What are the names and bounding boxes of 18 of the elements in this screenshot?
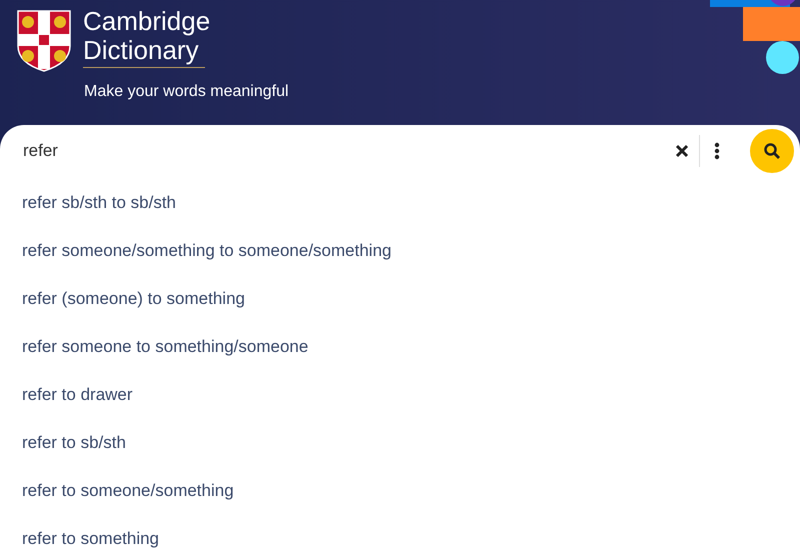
suggestion-item[interactable]: refer (someone) to something xyxy=(22,286,245,334)
suggestion-item[interactable]: refer to drawer xyxy=(22,382,133,430)
suggestion-item[interactable]: refer to someone/something xyxy=(22,478,234,526)
suggestion-item[interactable]: refer sb/sth to sb/sth xyxy=(22,190,176,238)
brand-name: Dictionary xyxy=(83,35,199,65)
suggestion-item[interactable]: refer to something xyxy=(22,526,160,555)
suggestion-item[interactable]: refer someone to something/someone xyxy=(22,334,308,382)
suggestion-item[interactable]: refer someone/something to someone/something xyxy=(22,238,392,286)
more-options-icon[interactable] xyxy=(714,142,720,160)
search-button[interactable] xyxy=(750,129,794,173)
crest-icon xyxy=(17,10,71,72)
brand-name: Cambridge xyxy=(83,7,210,35)
close-icon[interactable] xyxy=(675,144,689,158)
tagline: Make your words meaningful xyxy=(84,82,289,102)
search-field[interactable]: refer xyxy=(23,138,675,164)
decorative-block xyxy=(743,7,800,41)
search-icon xyxy=(763,142,781,160)
suggestion-item[interactable]: refer to sb/sth xyxy=(22,430,126,478)
